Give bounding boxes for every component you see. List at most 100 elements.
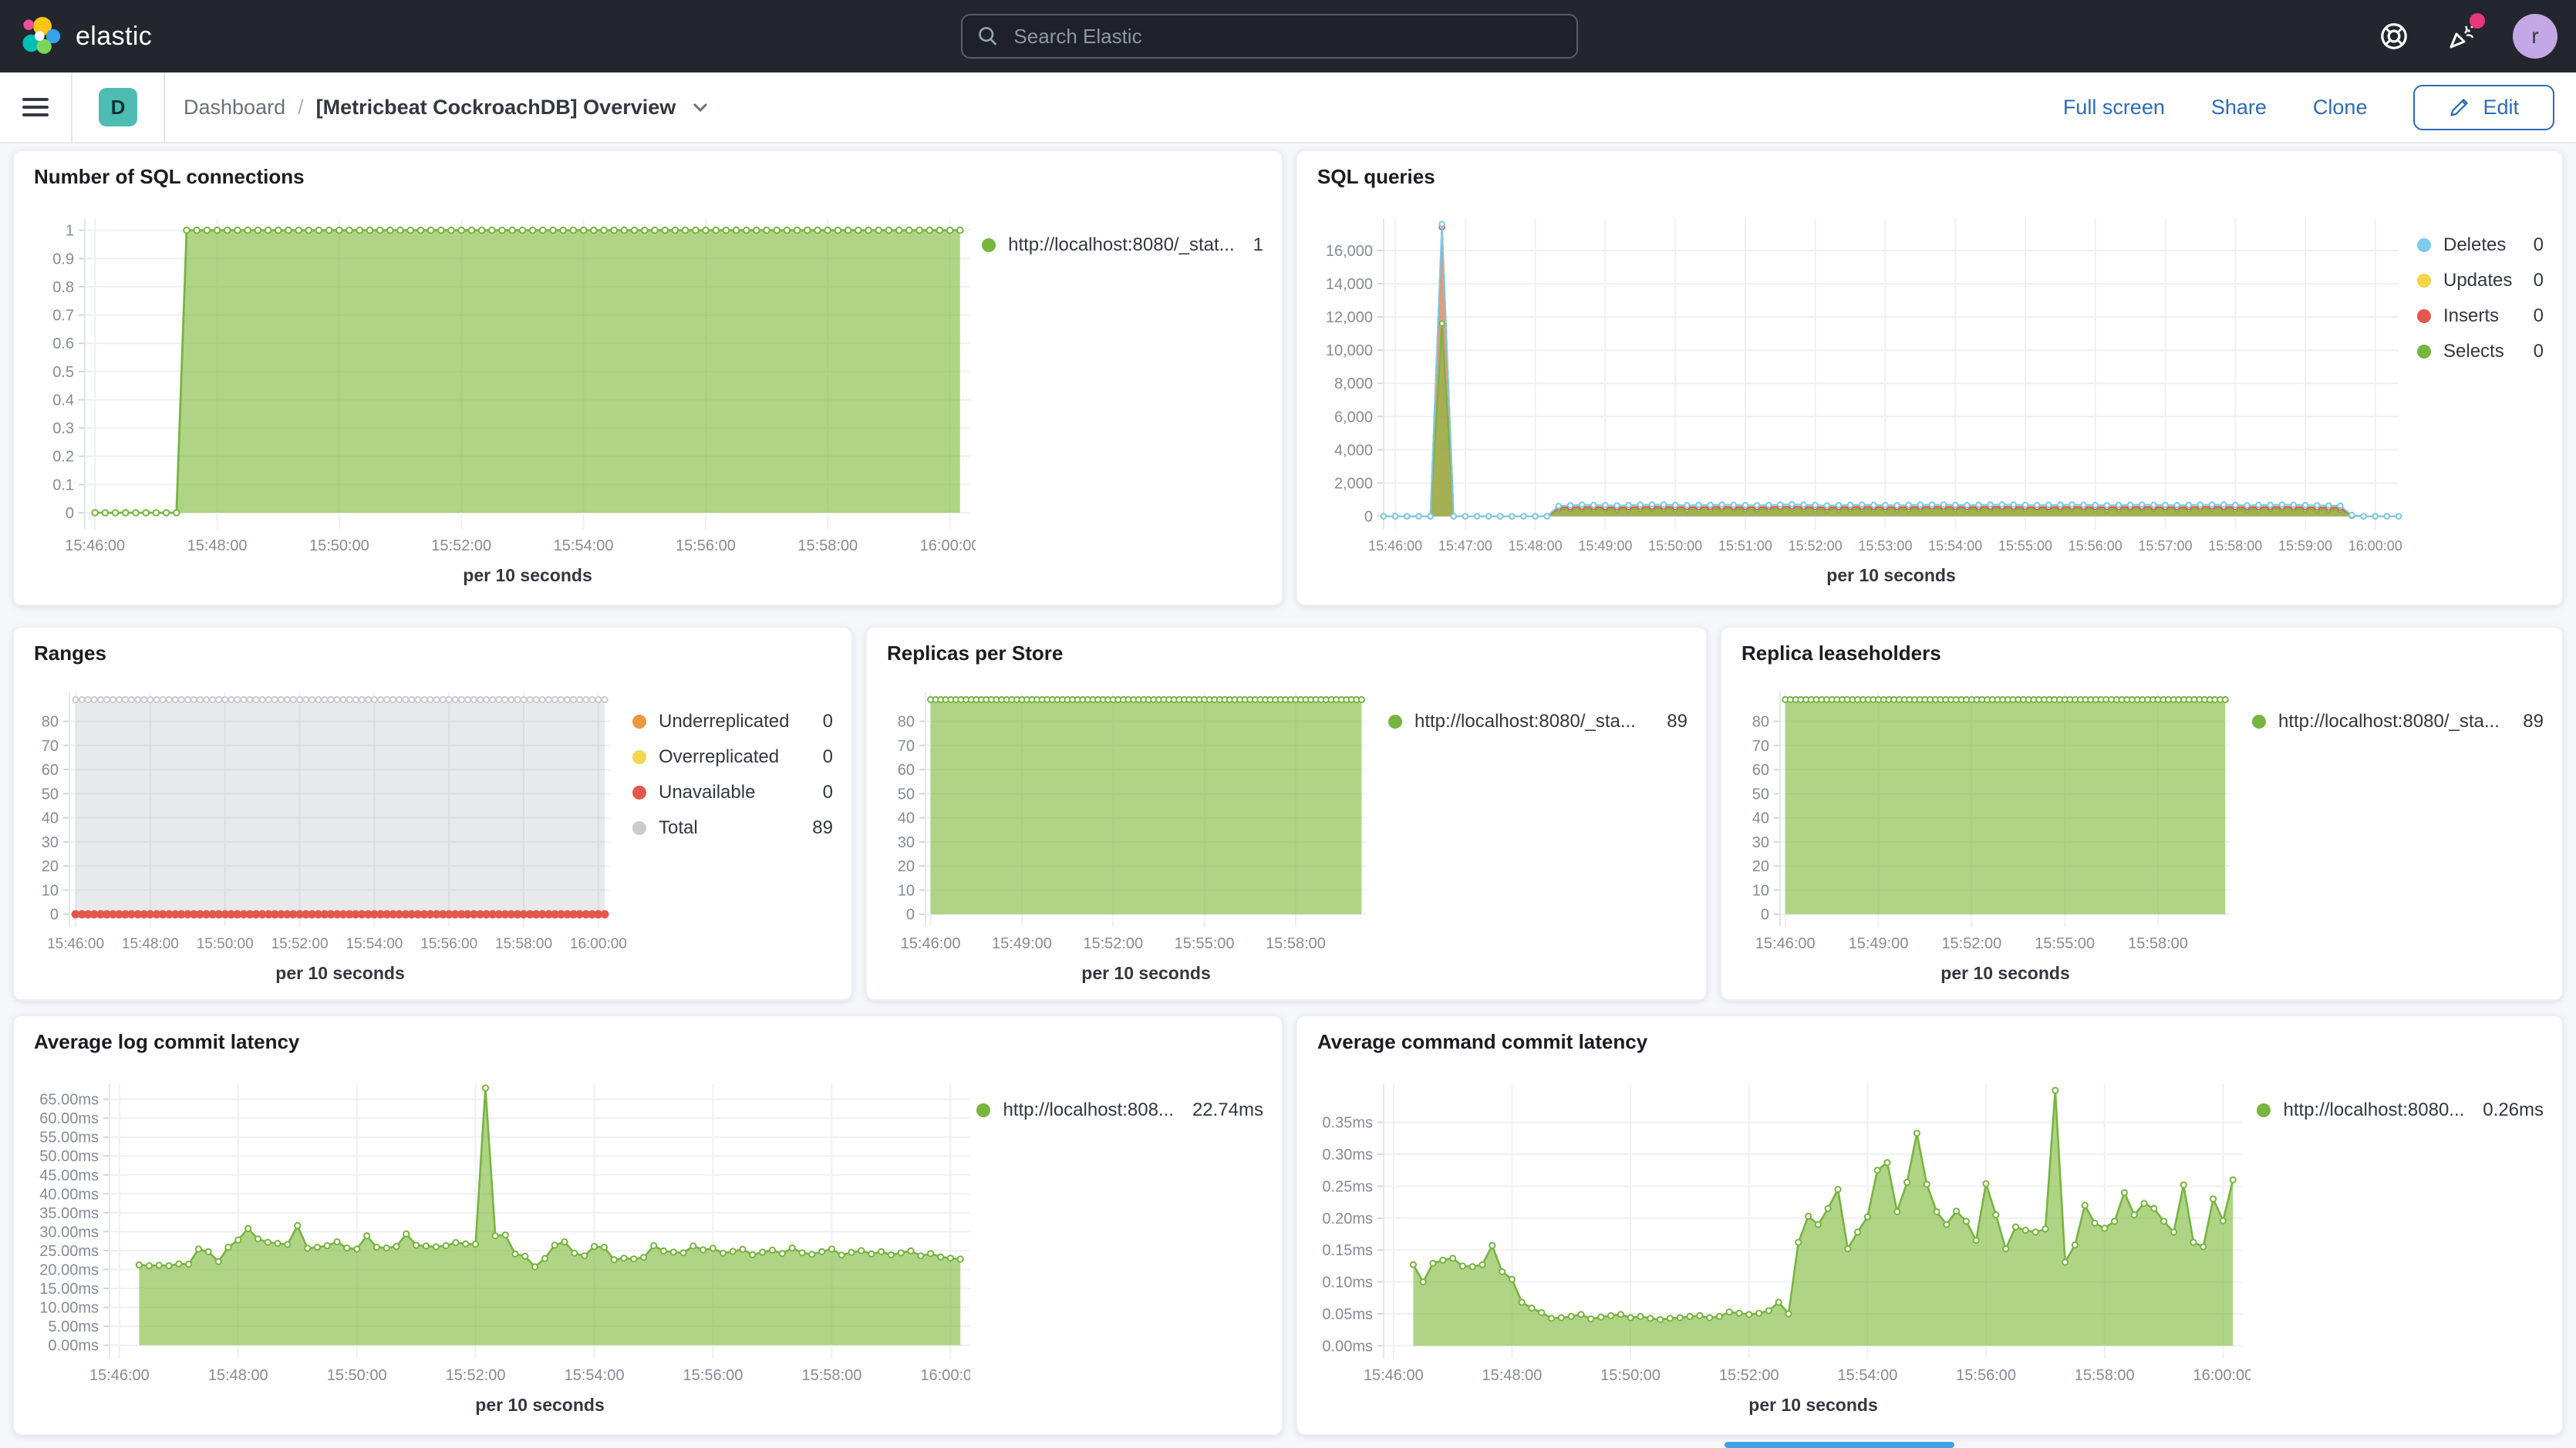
legend-item[interactable]: Selects0 — [2417, 341, 2544, 362]
svg-text:2,000: 2,000 — [1334, 475, 1373, 492]
svg-text:10: 10 — [42, 882, 59, 899]
svg-text:80: 80 — [42, 714, 59, 731]
svg-text:80: 80 — [1752, 714, 1769, 731]
chart-canvas[interactable]: 0102030405060708015:46:0015:48:0015:50:0… — [14, 674, 626, 1002]
svg-text:15:49:00: 15:49:00 — [1849, 935, 1909, 952]
svg-text:15:56:00: 15:56:00 — [1956, 1367, 2016, 1384]
svg-text:15:56:00: 15:56:00 — [2069, 538, 2123, 554]
svg-text:16:00:00: 16:00:00 — [920, 537, 976, 554]
chart-canvas[interactable]: 02,0004,0006,0008,00010,00012,00014,0001… — [1297, 197, 2411, 608]
svg-text:15:50:00: 15:50:00 — [309, 537, 369, 554]
legend-value: 89 — [812, 817, 833, 839]
chevron-down-icon[interactable] — [691, 98, 710, 116]
legend-value: 0 — [823, 746, 833, 768]
panel-title: Replica leaseholders — [1721, 628, 2562, 674]
svg-text:0.00ms: 0.00ms — [48, 1338, 99, 1355]
chart-canvas[interactable]: 00.10.20.30.40.50.60.70.80.9115:46:0015:… — [14, 197, 976, 608]
svg-text:15:58:00: 15:58:00 — [1266, 935, 1326, 952]
svg-text:15:48:00: 15:48:00 — [187, 537, 248, 554]
svg-text:0.5: 0.5 — [52, 364, 74, 381]
notification-dot — [2470, 13, 2485, 29]
svg-text:0: 0 — [1364, 509, 1373, 526]
legend-color-dot — [982, 238, 996, 252]
svg-text:15:48:00: 15:48:00 — [1482, 1367, 1543, 1384]
svg-text:50: 50 — [1752, 786, 1769, 803]
legend-item[interactable]: Inserts0 — [2417, 305, 2544, 327]
legend-item[interactable]: Updates0 — [2417, 270, 2544, 291]
svg-text:15:57:00: 15:57:00 — [2138, 538, 2192, 554]
edit-button[interactable]: Edit — [2413, 85, 2554, 130]
share-button[interactable]: Share — [2211, 96, 2267, 120]
chart-canvas[interactable]: 0.00ms5.00ms10.00ms15.00ms20.00ms25.00ms… — [14, 1062, 970, 1437]
legend-value: 0 — [2534, 234, 2544, 256]
svg-text:15:55:00: 15:55:00 — [2035, 935, 2095, 952]
legend-label: http://localhost:8080/_sta... — [1414, 711, 1648, 732]
legend-item[interactable]: http://localhost:8080/_sta...89 — [2252, 711, 2544, 732]
svg-text:40: 40 — [1752, 810, 1769, 827]
legend-item[interactable]: Deletes0 — [2417, 234, 2544, 256]
help-icon[interactable] — [2377, 19, 2411, 53]
search-input[interactable] — [1010, 23, 1561, 50]
svg-text:15:58:00: 15:58:00 — [2075, 1367, 2135, 1384]
dashboard-panel: Replicas per Store0102030405060708015:46… — [865, 626, 1708, 1001]
breadcrumb-separator: / — [298, 96, 304, 120]
edit-button-label: Edit — [2483, 96, 2519, 120]
svg-text:15:49:00: 15:49:00 — [992, 935, 1052, 952]
horizontal-scrollbar-thumb[interactable] — [1725, 1442, 1954, 1448]
panel-title: Number of SQL connections — [14, 151, 1282, 197]
chart-canvas[interactable]: 0102030405060708015:46:0015:49:0015:52:0… — [1721, 674, 2246, 1002]
svg-text:15:46:00: 15:46:00 — [65, 537, 125, 554]
svg-text:16:00:00: 16:00:00 — [920, 1367, 970, 1384]
elastic-logo[interactable]: elastic — [0, 16, 339, 56]
legend-value: 1 — [1253, 234, 1263, 256]
breadcrumb: Dashboard / [Metricbeat CockroachDB] Ove… — [165, 96, 710, 120]
svg-text:15:52:00: 15:52:00 — [1719, 1367, 1779, 1384]
legend-item[interactable]: Total89 — [632, 817, 833, 839]
svg-text:15:58:00: 15:58:00 — [2128, 935, 2188, 952]
full-screen-button[interactable]: Full screen — [2063, 96, 2165, 120]
global-search[interactable] — [961, 14, 1578, 59]
hamburger-icon — [22, 93, 49, 121]
legend-item[interactable]: Overreplicated0 — [632, 746, 833, 768]
svg-text:0.1: 0.1 — [52, 476, 74, 493]
chart-legend: http://localhost:808...22.74ms — [970, 1062, 1282, 1437]
dashboard-panel: Average log commit latency0.00ms5.00ms10… — [12, 1015, 1283, 1436]
menu-button[interactable] — [0, 72, 71, 143]
legend-color-dot — [2417, 309, 2431, 323]
space-badge[interactable]: D — [99, 88, 137, 126]
chart-legend: http://localhost:8080/_sta...89 — [2246, 674, 2562, 1002]
legend-color-dot — [976, 1103, 990, 1117]
dashboard-grid: Number of SQL connections00.10.20.30.40.… — [0, 143, 2576, 1448]
clone-button[interactable]: Clone — [2313, 96, 2368, 120]
legend-item[interactable]: http://localhost:8080/_stat... 1 — [982, 234, 1263, 256]
legend-value: 0 — [2534, 270, 2544, 291]
legend-color-dot — [2257, 1103, 2271, 1117]
svg-text:30.00ms: 30.00ms — [39, 1224, 99, 1241]
svg-text:0.6: 0.6 — [52, 335, 74, 352]
legend-item[interactable]: http://localhost:8080...0.26ms — [2257, 1099, 2544, 1121]
top-navigation-bar: elastic — [0, 0, 2576, 72]
chart-canvas[interactable]: 0102030405060708015:46:0015:49:0015:52:0… — [867, 674, 1382, 1002]
chart-canvas[interactable]: 0.00ms0.05ms0.10ms0.15ms0.20ms0.25ms0.30… — [1297, 1062, 2251, 1437]
svg-text:1: 1 — [66, 223, 74, 240]
legend-item[interactable]: http://localhost:8080/_sta...89 — [1388, 711, 1688, 732]
news-feed-icon[interactable] — [2445, 19, 2479, 53]
legend-label: http://localhost:8080/_stat... — [1008, 234, 1235, 256]
legend-color-dot — [632, 821, 646, 835]
legend-color-dot — [632, 715, 646, 729]
svg-text:15:48:00: 15:48:00 — [122, 936, 179, 952]
svg-text:15:46:00: 15:46:00 — [901, 935, 961, 952]
svg-text:70: 70 — [42, 738, 59, 755]
user-avatar[interactable]: r — [2513, 14, 2557, 59]
panel-title: Average command commit latency — [1297, 1016, 2562, 1062]
breadcrumb-dashboard-link[interactable]: Dashboard — [184, 96, 285, 120]
legend-item[interactable]: Unavailable0 — [632, 782, 833, 803]
dashboard-toolbar: D Dashboard / [Metricbeat CockroachDB] O… — [0, 72, 2576, 143]
chart-legend: Underreplicated0 Overreplicated0 Unavailab… — [626, 674, 851, 1002]
svg-text:15:46:00: 15:46:00 — [89, 1367, 150, 1384]
legend-item[interactable]: Underreplicated0 — [632, 711, 833, 732]
svg-text:15:56:00: 15:56:00 — [683, 1367, 743, 1384]
legend-item[interactable]: http://localhost:808...22.74ms — [976, 1099, 1263, 1121]
svg-text:per 10 seconds: per 10 seconds — [463, 565, 592, 585]
svg-text:0: 0 — [50, 907, 59, 924]
